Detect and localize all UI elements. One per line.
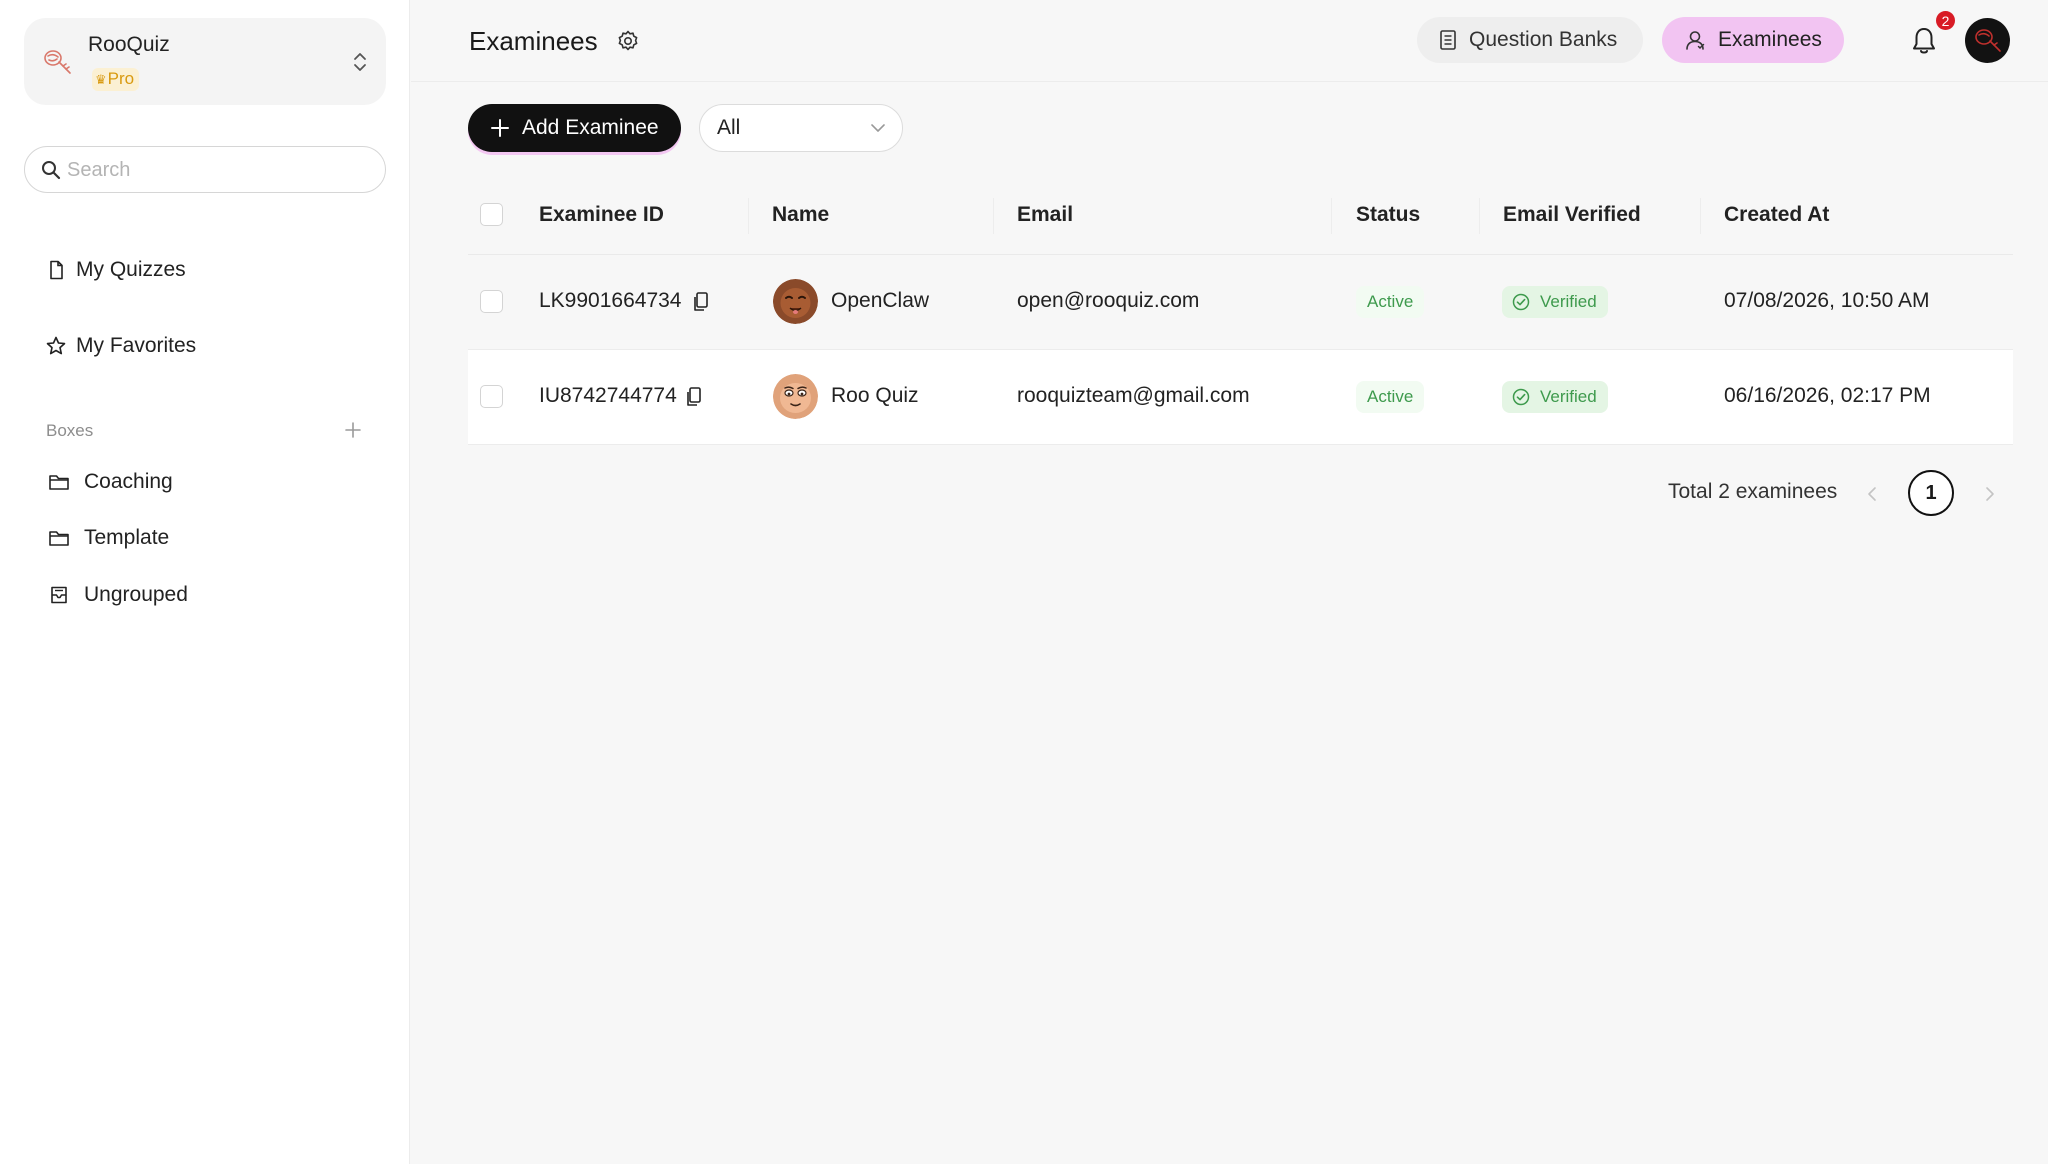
row-checkbox[interactable] xyxy=(480,385,503,408)
examinee-avatar xyxy=(773,279,818,324)
sidebar-item-label: My Favorites xyxy=(76,334,197,357)
search-input[interactable] xyxy=(67,153,367,187)
sidebar-box-ungrouped[interactable]: Ungrouped xyxy=(32,572,372,618)
chevron-right-icon[interactable] xyxy=(1980,482,2000,506)
avatar-face-icon xyxy=(773,279,818,324)
status-badge: Active xyxy=(1356,381,1425,413)
page-title: Examinees xyxy=(469,26,598,56)
boxes-section-label: Boxes xyxy=(46,421,94,440)
pro-badge: ♛Pro xyxy=(92,68,140,91)
status-filter-select[interactable]: All xyxy=(699,104,903,152)
workspace-name: RooQuiz xyxy=(88,33,170,56)
sidebar-box-coaching[interactable]: Coaching xyxy=(32,459,372,505)
select-all-checkbox[interactable] xyxy=(480,203,503,226)
question-banks-button[interactable]: Question Banks xyxy=(1417,17,1643,63)
copy-icon[interactable] xyxy=(685,386,703,408)
check-circle-icon xyxy=(1512,293,1530,311)
pagination-page-button[interactable]: 1 xyxy=(1908,470,1954,516)
sidebar-box-label: Coaching xyxy=(84,470,173,493)
column-header-email-verified[interactable]: Email Verified xyxy=(1503,203,1641,227)
verified-badge: Verified xyxy=(1502,286,1608,318)
verified-badge: Verified xyxy=(1502,381,1608,413)
verified-label: Verified xyxy=(1540,387,1597,406)
sidebar-item-my-favorites[interactable]: My Favorites xyxy=(32,322,372,370)
star-icon xyxy=(46,336,66,356)
chevron-down-icon xyxy=(871,124,885,132)
top-header: Examinees Question Banks Examinees 2 xyxy=(411,0,2048,82)
column-header-created-at[interactable]: Created At xyxy=(1724,203,1829,227)
question-banks-label: Question Banks xyxy=(1469,28,1618,51)
column-divider xyxy=(993,198,994,234)
examinee-email: open@rooquiz.com xyxy=(1017,289,1200,312)
created-at: 06/16/2026, 02:17 PM xyxy=(1724,384,1931,407)
examinees-label: Examinees xyxy=(1718,28,1822,51)
column-divider xyxy=(748,198,749,234)
examinee-avatar xyxy=(773,374,818,419)
row-checkbox[interactable] xyxy=(480,290,503,313)
rooquiz-logo xyxy=(44,50,71,74)
examinees-table: Examinee ID Name Email Status Email Veri… xyxy=(468,180,2013,445)
column-header-email[interactable]: Email xyxy=(1017,203,1073,227)
sidebar: RooQuiz ♛Pro My Quizzes My Favorites Box… xyxy=(0,0,410,1164)
folder-icon xyxy=(48,472,70,492)
folder-icon xyxy=(48,528,70,548)
examinee-name: OpenClaw xyxy=(831,289,930,312)
document-icon xyxy=(46,260,66,280)
column-header-examinee-id[interactable]: Examinee ID xyxy=(539,203,664,227)
sidebar-search xyxy=(24,146,386,193)
copy-icon[interactable] xyxy=(692,291,710,313)
sidebar-item-my-quizzes[interactable]: My Quizzes xyxy=(32,246,372,294)
plan-label: Pro xyxy=(107,69,135,88)
crown-icon: ♛ xyxy=(95,72,107,87)
column-divider xyxy=(1700,198,1701,234)
pagination-total: Total 2 examinees xyxy=(1668,480,1838,503)
add-box-icon[interactable] xyxy=(343,420,363,440)
rooquiz-avatar-logo xyxy=(1975,29,2001,52)
check-circle-icon xyxy=(1512,388,1530,406)
column-divider xyxy=(1331,198,1332,234)
user-icon xyxy=(1686,31,1705,50)
question-bank-icon xyxy=(1440,30,1456,50)
search-icon xyxy=(42,161,61,180)
chevron-left-icon[interactable] xyxy=(1862,482,1882,506)
inbox-icon xyxy=(48,585,70,605)
status-badge: Active xyxy=(1356,286,1425,318)
table-header: Examinee ID Name Email Status Email Veri… xyxy=(468,180,2013,255)
column-divider xyxy=(1479,198,1480,234)
gear-icon[interactable] xyxy=(616,29,640,53)
examinee-email: rooquizteam@gmail.com xyxy=(1017,384,1250,407)
bell-icon[interactable] xyxy=(1910,26,1938,56)
notification-badge: 2 xyxy=(1936,11,1955,30)
examinees-button[interactable]: Examinees xyxy=(1662,17,1844,63)
add-examinee-label: Add Examinee xyxy=(522,116,659,139)
table-row[interactable]: LK9901664734 OpenClaw open@rooquiz.com A… xyxy=(468,255,2013,350)
sidebar-box-label: Template xyxy=(84,526,170,549)
sidebar-box-label: Ungrouped xyxy=(84,583,188,606)
sidebar-item-label: My Quizzes xyxy=(76,258,186,281)
status-label: Active xyxy=(1367,292,1414,311)
chevron-up-down-icon xyxy=(354,53,366,71)
user-avatar[interactable] xyxy=(1965,18,2010,63)
add-examinee-button[interactable]: Add Examinee xyxy=(468,104,681,152)
sidebar-box-template[interactable]: Template xyxy=(32,515,372,561)
avatar-face-icon xyxy=(773,374,818,419)
table-row[interactable]: IU8742744774 Roo Quiz rooquizteam@gmail.… xyxy=(468,350,2013,445)
filter-value: All xyxy=(717,116,741,139)
workspace-switcher[interactable]: RooQuiz ♛Pro xyxy=(24,18,386,105)
column-header-status[interactable]: Status xyxy=(1356,203,1420,227)
created-at: 07/08/2026, 10:50 AM xyxy=(1724,289,1930,312)
examinee-id: LK9901664734 xyxy=(539,289,682,312)
plus-icon xyxy=(491,119,509,137)
examinee-name: Roo Quiz xyxy=(831,384,919,407)
verified-label: Verified xyxy=(1540,292,1597,311)
column-header-name[interactable]: Name xyxy=(772,203,829,227)
status-label: Active xyxy=(1367,387,1414,406)
examinee-id: IU8742744774 xyxy=(539,384,677,407)
